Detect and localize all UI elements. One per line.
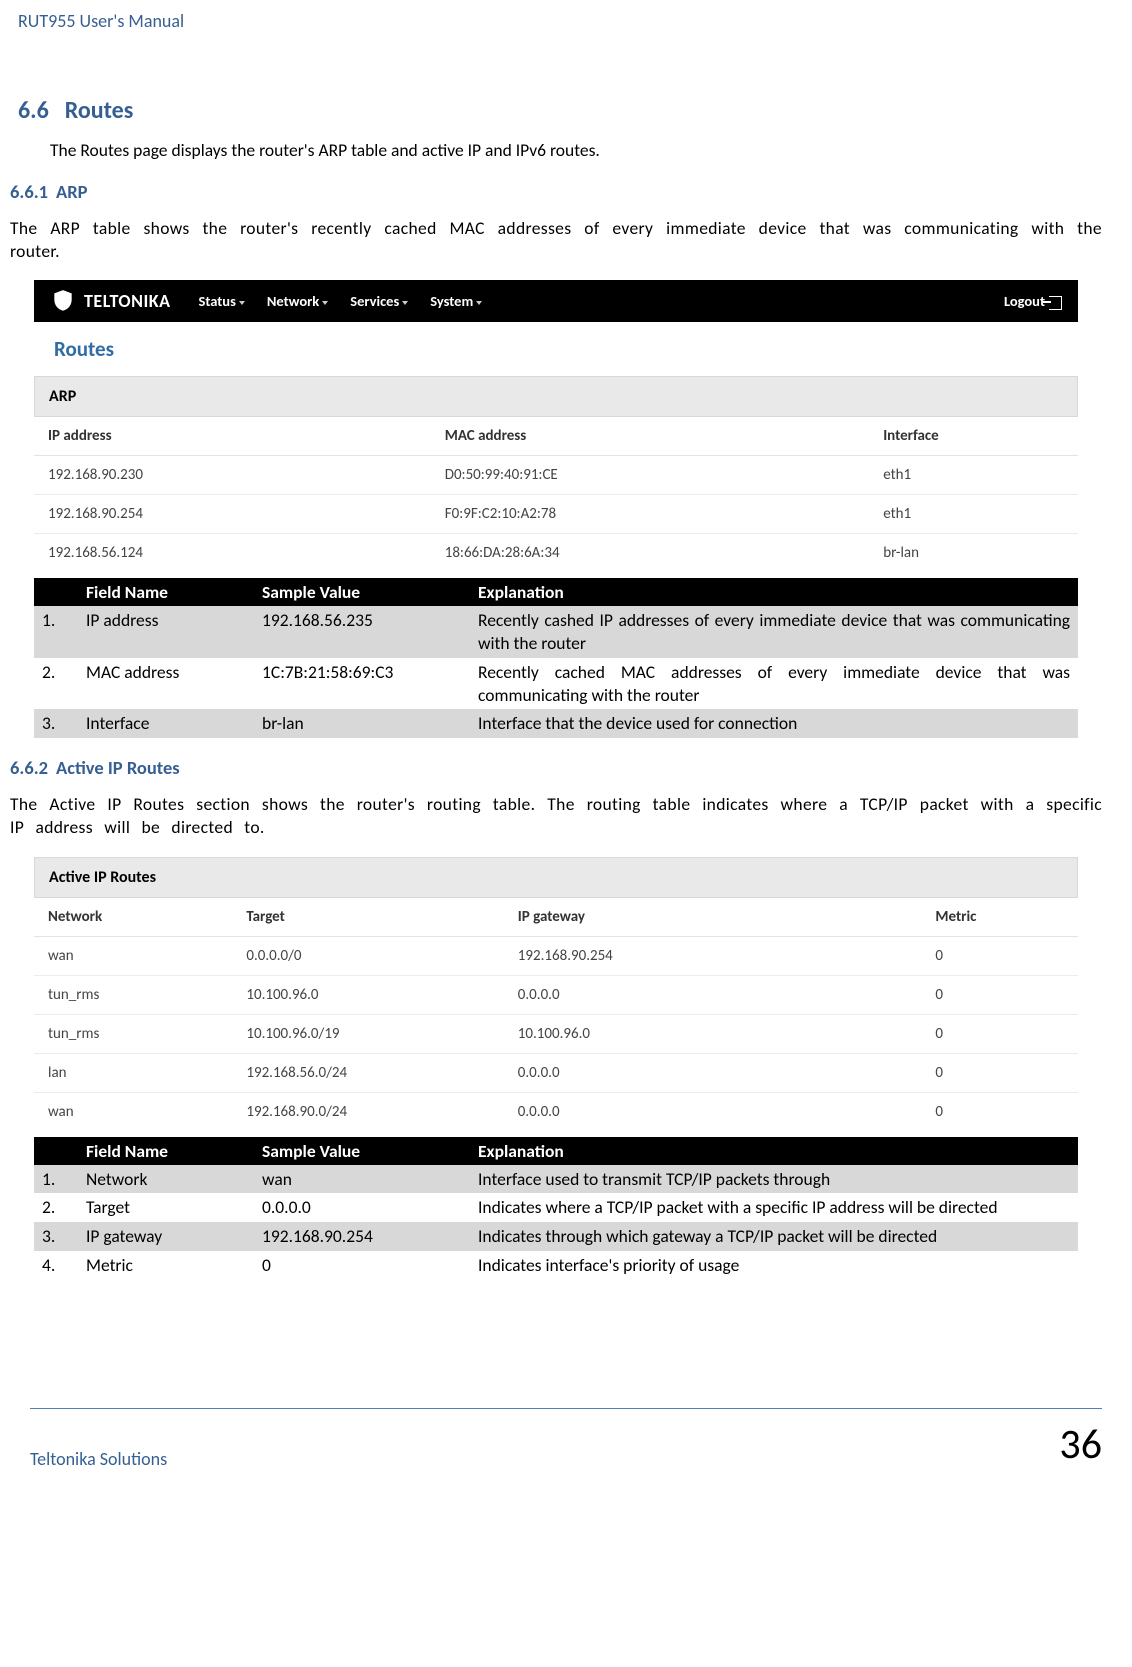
arp-screenshot: TELTONIKA Status Network Services System… xyxy=(34,280,1078,572)
activeip-panel-head: Active IP Routes xyxy=(34,857,1078,898)
doc-title: RUT955 User's Manual xyxy=(10,0,1102,36)
table-row: 4.Metric0Indicates interface's priority … xyxy=(34,1251,1078,1280)
topbar: TELTONIKA Status Network Services System… xyxy=(34,280,1078,322)
activeip-text: The Active IP Routes section shows the r… xyxy=(10,793,1102,839)
arp-text: The ARP table shows the router's recentl… xyxy=(10,217,1102,263)
table-header-row: Network Target IP gateway Metric xyxy=(34,898,1078,937)
table-row: 2.Target0.0.0.0Indicates where a TCP/IP … xyxy=(34,1193,1078,1222)
col-ip: IP address xyxy=(34,417,431,456)
menu-system[interactable]: System xyxy=(430,292,482,310)
table-row: 192.168.90.230D0:50:99:40:91:CEeth1 xyxy=(34,456,1078,495)
table-row: 3.Interfacebr-lanInterface that the devi… xyxy=(34,709,1078,738)
table-row: lan192.168.56.0/240.0.0.00 xyxy=(34,1053,1078,1092)
brand-logo[interactable]: TELTONIKA xyxy=(50,288,171,314)
main-menu: Status Network Services System xyxy=(199,292,483,310)
sub-title: Active IP Routes xyxy=(56,756,180,779)
table-row: 1.IP address192.168.56.235Recently cashe… xyxy=(34,606,1078,658)
routes-intro: The Routes page displays the router's AR… xyxy=(10,139,1102,162)
logo-icon xyxy=(50,288,76,314)
table-header-row: IP address MAC address Interface xyxy=(34,417,1078,456)
menu-network[interactable]: Network xyxy=(267,292,328,310)
logout-link[interactable]: Logout xyxy=(1004,292,1062,310)
activeip-table: Network Target IP gateway Metric wan0.0.… xyxy=(34,898,1078,1131)
page-footer: Teltonika Solutions 36 xyxy=(0,1419,1132,1490)
sub-num: 6.6.2 xyxy=(10,756,48,779)
sec-title: Routes xyxy=(65,96,134,125)
footer-brand: Teltonika Solutions xyxy=(30,1448,167,1470)
table-row: wan0.0.0.0/0192.168.90.2540 xyxy=(34,936,1078,975)
page-number: 36 xyxy=(1059,1419,1102,1470)
table-row: tun_rms10.100.96.0/1910.100.96.00 xyxy=(34,1014,1078,1053)
table-header-row: Field NameSample ValueExplanation xyxy=(34,578,1078,606)
page-title: Routes xyxy=(34,322,1078,376)
table-row: tun_rms10.100.96.00.0.0.00 xyxy=(34,975,1078,1014)
sub-title: ARP xyxy=(56,180,87,203)
brand-text: TELTONIKA xyxy=(84,290,171,312)
sub-num: 6.6.1 xyxy=(10,180,48,203)
activeip-fields-table: Field NameSample ValueExplanation 1.Netw… xyxy=(34,1137,1078,1280)
table-header-row: Field NameSample ValueExplanation xyxy=(34,1137,1078,1165)
table-row: 3.IP gateway192.168.90.254Indicates thro… xyxy=(34,1222,1078,1251)
table-row: 2.MAC address1C:7B:21:58:69:C3Recently c… xyxy=(34,658,1078,710)
footer-rule xyxy=(30,1408,1102,1409)
logout-icon xyxy=(1049,296,1062,310)
activeip-screenshot: Active IP Routes Network Target IP gatew… xyxy=(34,857,1078,1131)
table-row: wan192.168.90.0/240.0.0.00 xyxy=(34,1092,1078,1131)
table-row: 1.NetworkwanInterface used to transmit T… xyxy=(34,1165,1078,1194)
heading-routes: 6.6 Routes xyxy=(10,96,1102,125)
col-if: Interface xyxy=(869,417,1078,456)
arp-fields-table: Field NameSample ValueExplanation 1.IP a… xyxy=(34,578,1078,738)
table-row: 192.168.90.254F0:9F:C2:10:A2:78eth1 xyxy=(34,495,1078,534)
table-row: 192.168.56.12418:66:DA:28:6A:34br-lan xyxy=(34,534,1078,573)
col-mac: MAC address xyxy=(431,417,869,456)
sec-num: 6.6 xyxy=(18,96,49,125)
heading-active-ip: 6.6.2 Active IP Routes xyxy=(10,756,1102,779)
heading-arp: 6.6.1 ARP xyxy=(10,180,1102,203)
arp-table: IP address MAC address Interface 192.168… xyxy=(34,417,1078,572)
menu-status[interactable]: Status xyxy=(199,292,245,310)
arp-panel-head: ARP xyxy=(34,376,1078,417)
menu-services[interactable]: Services xyxy=(350,292,408,310)
